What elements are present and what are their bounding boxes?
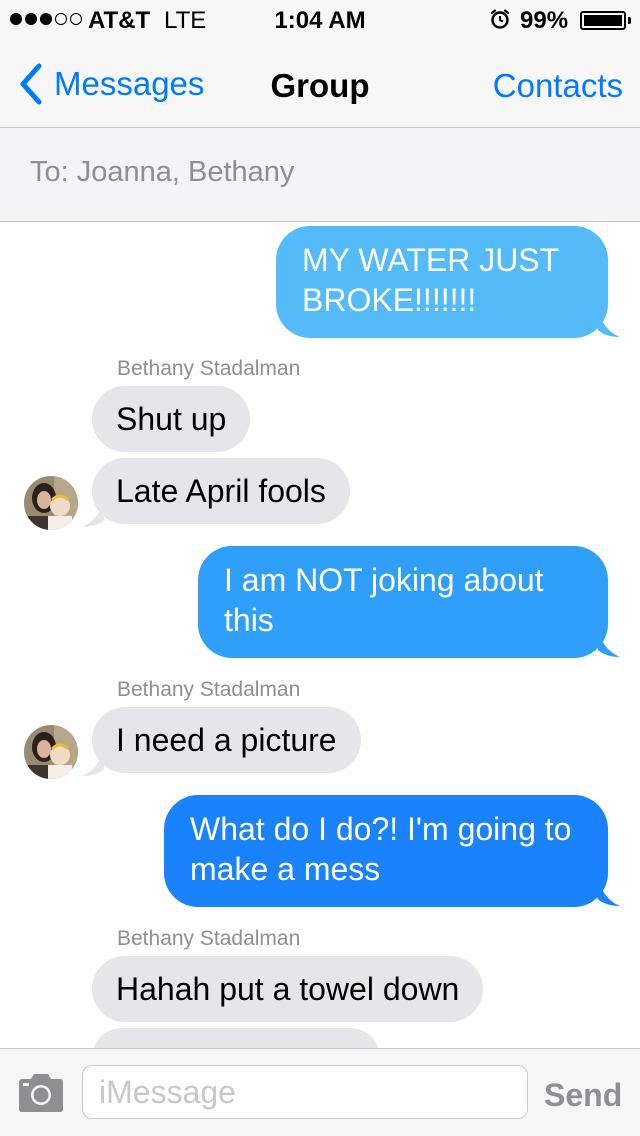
outgoing-message[interactable]: What do I do?! I'm going to make a mess	[164, 795, 608, 907]
incoming-message-partial[interactable]	[92, 1028, 380, 1048]
bubble-tail	[598, 306, 620, 337]
recipients-text: To: Joanna, Bethany	[30, 156, 295, 188]
contact-avatar[interactable]	[24, 476, 78, 530]
bubble-tail	[82, 496, 104, 527]
navigation-bar: Messages Group Contacts	[0, 40, 640, 128]
bubble-tail	[82, 745, 104, 776]
bubble-tail	[598, 875, 620, 906]
outgoing-message[interactable]: I am NOT joking about this	[198, 546, 608, 658]
back-button[interactable]: Messages	[18, 62, 204, 106]
message-text: MY WATER JUST BROKE!!!!!!!	[302, 242, 559, 318]
outgoing-message[interactable]: MY WATER JUST BROKE!!!!!!!	[276, 226, 608, 338]
back-button-label: Messages	[54, 65, 205, 102]
incoming-message[interactable]: Hahah put a towel down	[92, 956, 484, 1022]
contacts-button[interactable]: Contacts	[493, 67, 623, 105]
contact-avatar[interactable]	[24, 725, 78, 779]
incoming-message[interactable]: Shut up	[92, 386, 251, 452]
camera-icon[interactable]	[16, 1073, 66, 1113]
message-text: What do I do?! I'm going to make a mess	[190, 811, 572, 887]
incoming-message[interactable]: I need a picture	[92, 707, 361, 773]
alarm-clock-icon	[490, 9, 510, 29]
message-text: I am NOT joking about this	[224, 562, 544, 638]
sender-name: Bethany Stadalman	[117, 927, 301, 950]
imessage-input[interactable]	[83, 1066, 527, 1118]
sender-name: Bethany Stadalman	[117, 678, 301, 701]
bubble-tail	[598, 626, 620, 657]
recipients-bar[interactable]: To: Joanna, Bethany	[0, 128, 640, 222]
battery-icon	[580, 11, 626, 30]
avatar-photo	[24, 476, 78, 530]
chevron-left-icon	[20, 63, 42, 105]
incoming-message[interactable]: Late April fools	[92, 458, 350, 524]
battery-percentage: 99%	[520, 7, 569, 34]
avatar-photo	[24, 725, 78, 779]
message-input-bar: Send	[0, 1048, 640, 1136]
message-text: Hahah put a towel down	[116, 971, 460, 1007]
message-text: I need a picture	[116, 722, 337, 758]
battery-tip	[628, 17, 631, 24]
status-bar: AT&T LTE 1:04 AM 99%	[0, 0, 640, 40]
message-text: Late April fools	[116, 473, 326, 509]
message-list[interactable]: MY WATER JUST BROKE!!!!!!! Bethany Stada…	[0, 222, 640, 1048]
send-button[interactable]: Send	[544, 1077, 622, 1114]
message-text: Shut up	[116, 401, 227, 437]
sender-name: Bethany Stadalman	[117, 357, 301, 380]
imessage-field-container	[82, 1065, 528, 1119]
